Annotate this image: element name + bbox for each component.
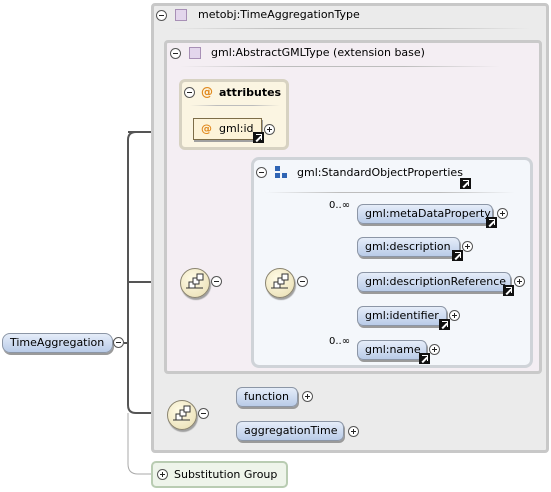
group-title: gml:StandardObjectProperties: [297, 166, 463, 179]
element-label: gml:name: [365, 343, 421, 356]
reference-arrow-icon: [486, 217, 497, 228]
attribute-label: gml:id: [219, 122, 254, 135]
reference-arrow-icon: [503, 285, 514, 296]
complex-type-icon: [175, 9, 187, 21]
sequence-compositor-icon[interactable]: [180, 268, 210, 298]
expand-toggle-description[interactable]: [462, 241, 473, 252]
element-gml-description[interactable]: gml:description: [357, 237, 460, 257]
collapse-toggle-group-sequence[interactable]: [297, 276, 308, 287]
reference-arrow-icon: [460, 178, 471, 189]
element-gml-descriptionreference[interactable]: gml:descriptionReference: [357, 272, 511, 292]
complex-type-icon: [189, 47, 201, 59]
collapse-toggle-sequence[interactable]: [211, 276, 222, 287]
element-gml-identifier[interactable]: gml:identifier: [357, 306, 447, 326]
element-label: gml:metaDataProperty: [365, 207, 491, 220]
element-label: function: [244, 390, 289, 403]
substitution-label: Substitution Group: [174, 468, 278, 481]
collapse-toggle-sequence-bottom[interactable]: [198, 408, 209, 419]
at-icon: @: [201, 122, 212, 135]
expand-toggle-function[interactable]: [302, 391, 313, 402]
element-label: gml:descriptionReference: [365, 275, 507, 288]
attributes-title: attributes: [219, 86, 282, 99]
collapse-toggle-attributes[interactable]: [184, 87, 195, 98]
attribute-gml-id[interactable]: @ gml:id: [193, 118, 262, 140]
reference-arrow-icon: [419, 353, 430, 364]
reference-arrow-icon: [439, 319, 450, 330]
element-aggregationtime[interactable]: aggregationTime: [236, 421, 344, 441]
sequence-compositor-icon[interactable]: [167, 400, 197, 430]
type-title: metobj:TimeAggregationType: [198, 8, 360, 21]
expand-toggle-descriptionreference[interactable]: [514, 276, 525, 287]
expand-toggle-gml-id[interactable]: [264, 124, 275, 135]
expand-toggle-substitution[interactable]: [157, 469, 168, 480]
at-icon: @: [201, 85, 213, 99]
element-label: gml:description: [365, 240, 451, 253]
occurrence-label: 0..∞: [329, 200, 351, 211]
expand-toggle-identifier[interactable]: [449, 310, 460, 321]
element-label: aggregationTime: [244, 424, 338, 437]
element-label: gml:identifier: [365, 309, 439, 322]
element-gml-name[interactable]: gml:name: [357, 340, 427, 360]
root-element-timeaggregation[interactable]: TimeAggregation: [2, 333, 113, 353]
expand-toggle-metadataproperty[interactable]: [497, 208, 508, 219]
group-icon: [275, 166, 287, 178]
expand-toggle-name[interactable]: [429, 344, 440, 355]
substitution-group-box[interactable]: Substitution Group: [151, 461, 288, 488]
expand-toggle-aggregationtime[interactable]: [348, 426, 359, 437]
sequence-compositor-icon[interactable]: [265, 268, 295, 298]
element-function[interactable]: function: [236, 387, 298, 407]
group-panel: [251, 157, 533, 368]
collapse-toggle-type[interactable]: [156, 10, 167, 21]
element-label: TimeAggregation: [10, 336, 105, 349]
collapse-toggle-group[interactable]: [256, 167, 267, 178]
reference-arrow-icon: [253, 132, 264, 143]
reference-arrow-icon: [452, 250, 463, 261]
element-gml-metadataproperty[interactable]: gml:metaDataProperty: [357, 204, 493, 224]
occurrence-label: 0..∞: [329, 336, 351, 347]
extension-title: gml:AbstractGMLType (extension base): [211, 46, 425, 59]
collapse-toggle-extension[interactable]: [170, 48, 181, 59]
collapse-toggle-root[interactable]: [113, 337, 124, 348]
